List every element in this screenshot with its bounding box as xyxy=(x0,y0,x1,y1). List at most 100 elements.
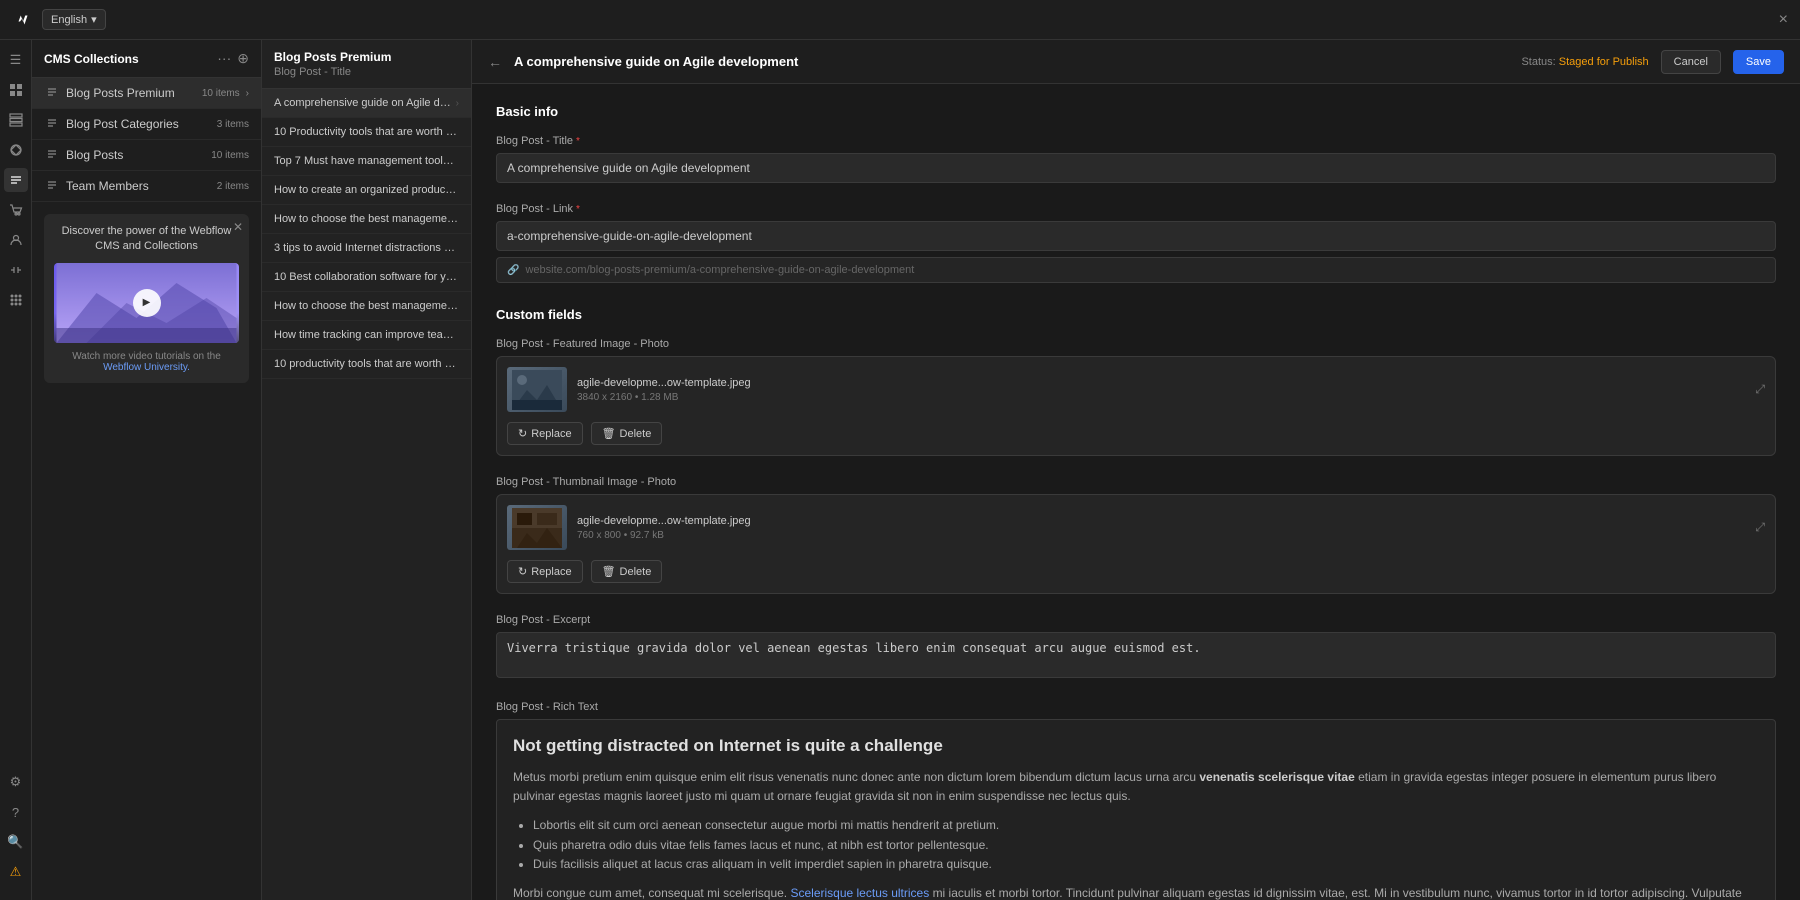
sidebar-item-blog-posts-premium[interactable]: Blog Posts Premium 10 items › xyxy=(32,78,261,109)
main-content: ← A comprehensive guide on Agile develop… xyxy=(472,40,1800,900)
cancel-button[interactable]: Cancel xyxy=(1661,50,1721,74)
sidebar-actions: ··· ⊕ xyxy=(217,50,249,67)
promo-cta: Watch more video tutorials on the Webflo… xyxy=(54,351,239,373)
sidebar-more-icon[interactable]: ··· xyxy=(217,50,231,67)
excerpt-field-group: Blog Post - Excerpt Viverra tristique gr… xyxy=(496,614,1776,681)
basic-info-title: Basic info xyxy=(496,104,1776,119)
featured-image-group: Blog Post - Featured Image - Photo xyxy=(496,338,1776,456)
chevron-icon: › xyxy=(246,88,249,99)
promo-title: Discover the power of the Webflow CMS an… xyxy=(54,224,239,255)
members-icon[interactable] xyxy=(4,228,28,252)
thumbnail-image-field: agile-developme...ow-template.jpeg 760 x… xyxy=(496,494,1776,594)
collection-label: Blog Posts xyxy=(66,148,205,162)
link-input[interactable] xyxy=(496,221,1776,251)
settings-icon[interactable]: ⚙ xyxy=(4,770,28,794)
logic-icon[interactable] xyxy=(4,258,28,282)
replace-thumbnail-button[interactable]: ↻ Replace xyxy=(507,560,583,583)
custom-fields-title: Custom fields xyxy=(496,307,1776,322)
replace-icon: ↻ xyxy=(518,427,527,440)
post-title: Top 7 Must have management tools f... xyxy=(274,155,459,167)
status-label: Status: xyxy=(1521,56,1555,68)
post-title: How to create an organized productiv... xyxy=(274,184,459,196)
delete-featured-button[interactable]: 🗑 Delete xyxy=(591,422,663,445)
featured-image-filename: agile-developme...ow-template.jpeg xyxy=(577,377,1745,389)
url-preview: 🔗 website.com/blog-posts-premium/a-compr… xyxy=(496,257,1776,283)
link-icon: 🔗 xyxy=(507,265,519,276)
delete-thumbnail-button[interactable]: 🗑 Delete xyxy=(591,560,663,583)
post-item-7[interactable]: 10 Best collaboration software for you..… xyxy=(262,263,471,292)
pages-icon[interactable] xyxy=(4,78,28,102)
rich-link[interactable]: Scelerisque lectus ultrices xyxy=(790,886,929,900)
ecommerce-icon[interactable] xyxy=(4,198,28,222)
warning-icon[interactable]: ⚠ xyxy=(4,860,28,884)
post-title: 10 Productivity tools that are worth c..… xyxy=(274,126,459,138)
featured-image-meta: 3840 x 2160 • 1.28 MB xyxy=(577,392,1745,403)
featured-image-label: Blog Post - Featured Image - Photo xyxy=(496,338,1776,350)
play-button[interactable]: ▶ xyxy=(133,289,161,317)
topbar-close[interactable]: × xyxy=(1779,11,1788,29)
language-chevron: ▾ xyxy=(91,13,97,26)
post-title: How to choose the best management... xyxy=(274,213,459,225)
search-icon[interactable]: 🔍 xyxy=(4,830,28,854)
excerpt-textarea[interactable]: Viverra tristique gravida dolor vel aene… xyxy=(496,632,1776,678)
rich-list: Lobortis elit sit cum orci aenean consec… xyxy=(513,816,1759,874)
expand-icon[interactable]: ⤢ xyxy=(1755,520,1765,535)
webflow-university-link[interactable]: Webflow University. xyxy=(103,362,190,373)
excerpt-label: Blog Post - Excerpt xyxy=(496,614,1776,626)
sidebar-item-team-members[interactable]: Team Members 2 items xyxy=(32,171,261,202)
rich-paragraph-2: Morbi congue cum amet, consequat mi scel… xyxy=(513,884,1759,900)
collection-label: Blog Post Categories xyxy=(66,117,211,131)
list-item-2: Quis pharetra odio duis vitae felis fame… xyxy=(533,836,1759,855)
rich-paragraph-1: Metus morbi pretium enim quisque enim el… xyxy=(513,768,1759,806)
thumbnail-image-label: Blog Post - Thumbnail Image - Photo xyxy=(496,476,1776,488)
main-body: Basic info Blog Post - Title * Blog Post… xyxy=(472,84,1800,900)
featured-image-actions: ↻ Replace 🗑 Delete xyxy=(507,422,1765,445)
back-button[interactable]: ← xyxy=(488,54,502,70)
rich-text-area[interactable]: Not getting distracted on Internet is qu… xyxy=(496,719,1776,900)
help-icon[interactable]: ? xyxy=(4,800,28,824)
thumbnail-image-meta: 760 x 800 • 92.7 kB xyxy=(577,530,1745,541)
collection-label: Team Members xyxy=(66,179,211,193)
post-item-10[interactable]: 10 productivity tools that are worth c..… xyxy=(262,350,471,379)
promo-video-thumbnail[interactable]: ▶ xyxy=(54,263,239,343)
layers-icon[interactable] xyxy=(4,108,28,132)
assets-icon[interactable] xyxy=(4,138,28,162)
title-input[interactable] xyxy=(496,153,1776,183)
link-field-group: Blog Post - Link * 🔗 website.com/blog-po… xyxy=(496,203,1776,283)
expand-icon[interactable]: ⤢ xyxy=(1755,382,1765,397)
post-item-1[interactable]: A comprehensive guide on Agile deve... › xyxy=(262,89,471,118)
collection-label: Blog Posts Premium xyxy=(66,86,196,100)
collection-count: 10 items xyxy=(202,88,240,99)
rich-bold-text: venenatis scelerisque vitae xyxy=(1199,770,1354,784)
thumbnail-image-actions: ↻ Replace 🗑 Delete xyxy=(507,560,1765,583)
sidebar-add-icon[interactable]: ⊕ xyxy=(237,50,249,67)
collection-icon xyxy=(44,116,60,132)
thumbnail-image-info: agile-developme...ow-template.jpeg 760 x… xyxy=(577,515,1745,541)
apps-icon[interactable] xyxy=(4,288,28,312)
cms-icon[interactable] xyxy=(4,168,28,192)
featured-image-info: agile-developme...ow-template.jpeg 3840 … xyxy=(577,377,1745,403)
post-item-9[interactable]: How time tracking can improve team ... xyxy=(262,321,471,350)
webflow-logo xyxy=(12,9,34,31)
post-item-8[interactable]: How to choose the best management... xyxy=(262,292,471,321)
title-field-label: Blog Post - Title * xyxy=(496,135,1776,147)
post-item-3[interactable]: Top 7 Must have management tools f... xyxy=(262,147,471,176)
post-item-2[interactable]: 10 Productivity tools that are worth c..… xyxy=(262,118,471,147)
sidebar-item-blog-posts[interactable]: Blog Posts 10 items xyxy=(32,140,261,171)
post-item-5[interactable]: How to choose the best management... xyxy=(262,205,471,234)
featured-image-thumbnail xyxy=(507,367,567,412)
menu-icon[interactable]: ☰ xyxy=(4,48,28,72)
sidebar-title: CMS Collections xyxy=(44,52,217,66)
replace-featured-button[interactable]: ↻ Replace xyxy=(507,422,583,445)
status-badge: Staged for Publish xyxy=(1559,56,1649,68)
posts-header: Blog Posts Premium Blog Post - Title xyxy=(262,40,471,89)
post-item-4[interactable]: How to create an organized productiv... xyxy=(262,176,471,205)
promo-close-icon[interactable]: ✕ xyxy=(233,220,243,234)
post-item-6[interactable]: 3 tips to avoid Internet distractions at… xyxy=(262,234,471,263)
save-button[interactable]: Save xyxy=(1733,50,1784,74)
sidebar-item-blog-post-categories[interactable]: Blog Post Categories 3 items xyxy=(32,109,261,140)
collection-count: 2 items xyxy=(217,181,249,192)
post-title: How to choose the best management... xyxy=(274,300,459,312)
collection-icon xyxy=(44,85,60,101)
language-selector[interactable]: English ▾ xyxy=(42,9,106,30)
